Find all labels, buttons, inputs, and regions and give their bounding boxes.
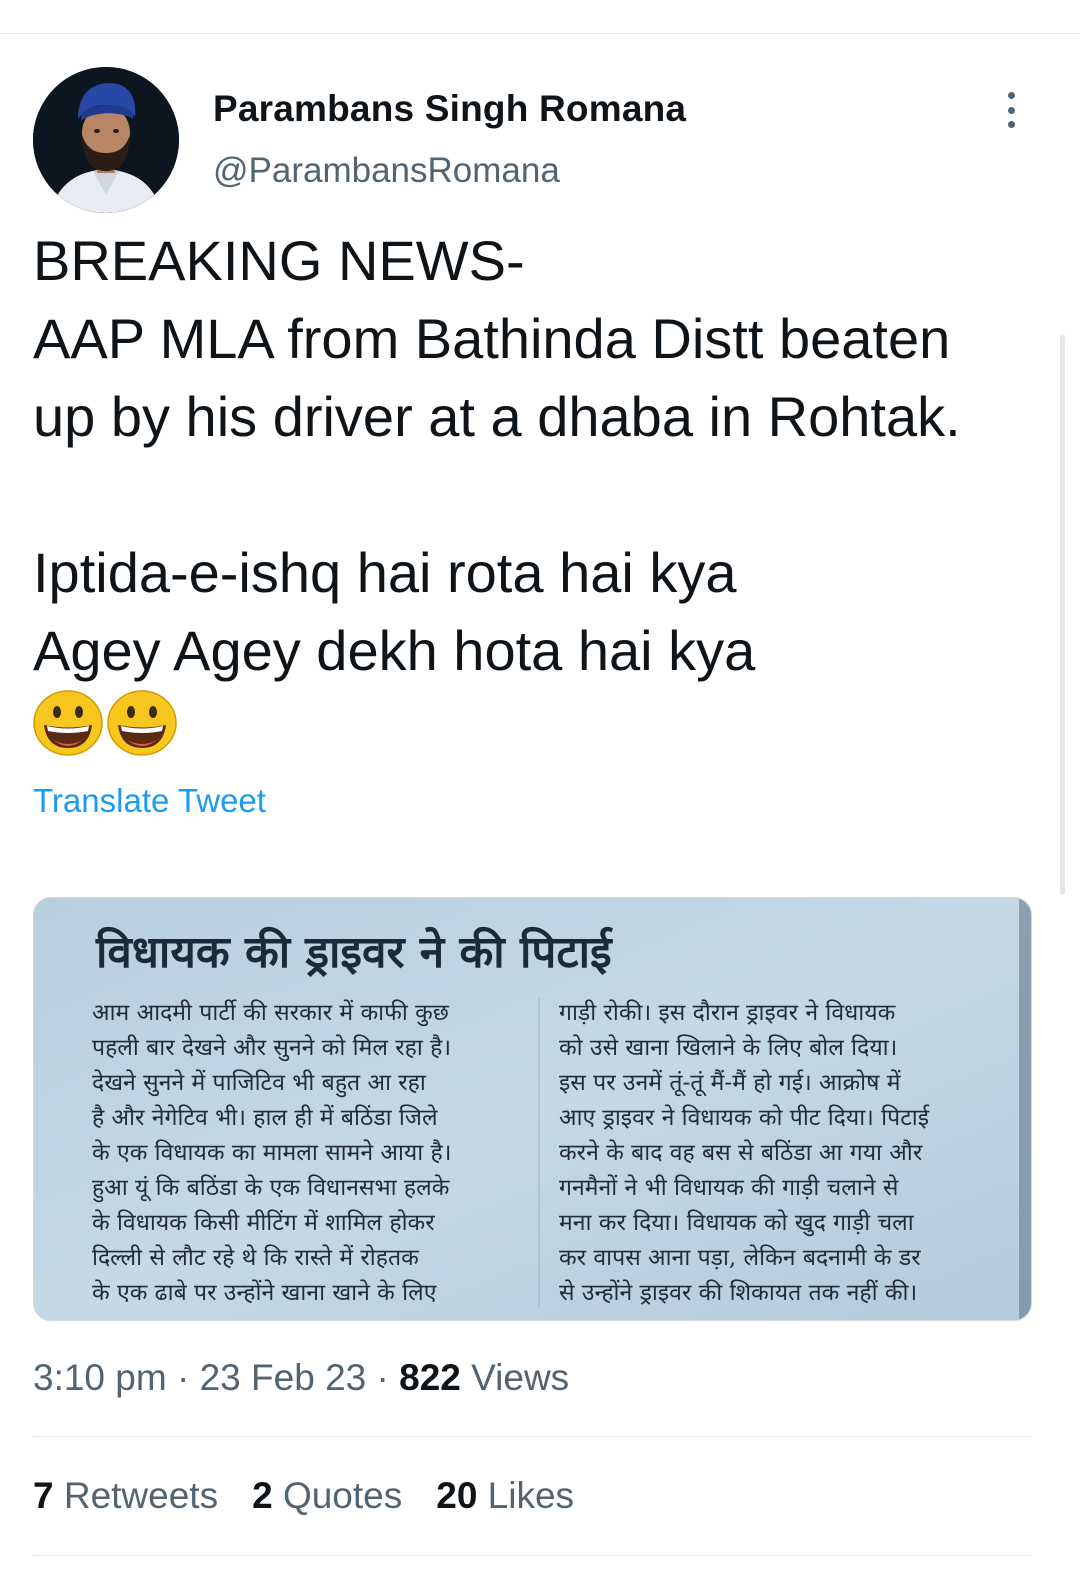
tweet-line: up by his driver at a dhaba in Rohtak.: [33, 385, 961, 448]
newspaper-column-right: गाड़ी रोकी। इस दौरान ड्राइवर ने विधायक क…: [559, 996, 999, 1311]
newspaper-line: मना कर दिया। विधायक को खुद गाड़ी चला: [559, 1210, 914, 1236]
newspaper-line: के एक ढाबे पर उन्होंने खाना खाने के लिए: [92, 1280, 437, 1306]
tweet-line: Iptida-e-ishq hai rota hai kya: [33, 541, 737, 604]
avatar-portrait-icon: [33, 67, 179, 213]
newspaper-line: गाड़ी रोकी। इस दौरान ड्राइवर ने विधायक: [559, 1000, 896, 1026]
newspaper-line: के विधायक किसी मीटिंग में शामिल होकर: [92, 1210, 435, 1236]
newspaper-line: कर वापस आना पड़ा, लेकिन बदनामी के डर: [559, 1245, 921, 1271]
retweets-count: 7: [33, 1475, 54, 1516]
dot: [1007, 121, 1015, 128]
separator: ·: [166, 1357, 200, 1398]
top-divider: [0, 33, 1080, 34]
newspaper-line: पहली बार देखने और सुनने को मिल रहा है।: [92, 1035, 452, 1061]
tweet-date[interactable]: 23 Feb 23: [200, 1357, 367, 1398]
likes-count: 20: [436, 1475, 478, 1516]
translate-tweet-link[interactable]: Translate Tweet: [33, 782, 266, 820]
tweet-media-image[interactable]: विधायक की ड्राइवर ने की पिटाई आम आदमी पा…: [33, 897, 1032, 1321]
newspaper-line: आए ड्राइवर ने विधायक को पीट दिया। पिटाई: [559, 1105, 930, 1131]
newspaper-column-left: आम आदमी पार्टी की सरकार में काफी कुछ पहल…: [92, 996, 522, 1311]
tweet-line: Agey Agey dekh hota hai kya: [33, 619, 756, 682]
views-count: 822: [399, 1357, 461, 1398]
quotes-count: 2: [252, 1475, 273, 1516]
newspaper-line: करने के बाद वह बस से बठिंडा आ गया और: [559, 1140, 923, 1166]
grinning-face-icon: [107, 690, 177, 756]
newspaper-line: देखने सुनने में पाजिटिव भी बहुत आ रहा: [92, 1070, 426, 1096]
tweet-timestamp-row: 3:10 pm · 23 Feb 23 · 822 Views: [33, 1357, 569, 1399]
newspaper-line: से उन्होंने ड्राइवर की शिकायत तक नहीं की…: [559, 1280, 918, 1306]
quotes-label: Quotes: [272, 1475, 403, 1516]
emoji-row: [33, 690, 177, 756]
dot: [1007, 106, 1015, 114]
newspaper-line: हुआ यूं कि बठिंडा के एक विधानसभा हलके: [92, 1175, 450, 1201]
grinning-face-icon: [33, 690, 103, 756]
divider: [33, 1555, 1032, 1556]
newspaper-line: दिल्ली से लौट रहे थे कि रास्ते में रोहतक: [92, 1245, 419, 1271]
likes-stat[interactable]: 20 Likes: [436, 1475, 574, 1517]
newspaper-line: के एक विधायक का मामला सामने आया है।: [92, 1140, 452, 1166]
more-options-icon[interactable]: [996, 90, 1026, 130]
author-handle[interactable]: @ParambansRomana: [213, 151, 560, 191]
separator: ·: [366, 1357, 400, 1398]
retweets-label: Retweets: [53, 1475, 219, 1516]
author-display-name[interactable]: Parambans Singh Romana: [213, 88, 686, 130]
retweets-stat[interactable]: 7 Retweets: [33, 1475, 218, 1517]
tweet-line: BREAKING NEWS-: [33, 229, 525, 292]
engagement-stats: 7 Retweets 2 Quotes 20 Likes: [33, 1475, 574, 1517]
avatar[interactable]: [33, 67, 179, 213]
newspaper-line: को उसे खाना खिलाने के लिए बोल दिया।: [559, 1035, 898, 1061]
quotes-stat[interactable]: 2 Quotes: [252, 1475, 402, 1517]
newspaper-line: इस पर उनमें तूं-तूं मैं-मैं हो गई। आक्रो…: [559, 1070, 901, 1096]
tweet-detail-page: Parambans Singh Romana @ParambansRomana …: [0, 0, 1080, 1590]
tweet-text: BREAKING NEWS- AAP MLA from Bathinda Dis…: [33, 222, 1043, 690]
views-label: Views: [460, 1357, 570, 1398]
tweet-time[interactable]: 3:10 pm: [33, 1357, 167, 1398]
likes-label: Likes: [477, 1475, 575, 1516]
scrollbar[interactable]: [1060, 335, 1065, 895]
tweet-line: AAP MLA from Bathinda Distt beaten: [33, 307, 951, 370]
newspaper-line: आम आदमी पार्टी की सरकार में काफी कुछ: [92, 1000, 449, 1026]
dot: [1007, 92, 1015, 99]
newspaper-line: गनमैनों ने भी विधायक की गाड़ी चलाने से: [559, 1175, 899, 1201]
newspaper-headline: विधायक की ड्राइवर ने की पिटाई: [96, 927, 612, 978]
newspaper-line: है और नेगेटिव भी। हाल ही में बठिंडा जिले: [92, 1105, 438, 1131]
divider: [33, 1436, 1032, 1437]
